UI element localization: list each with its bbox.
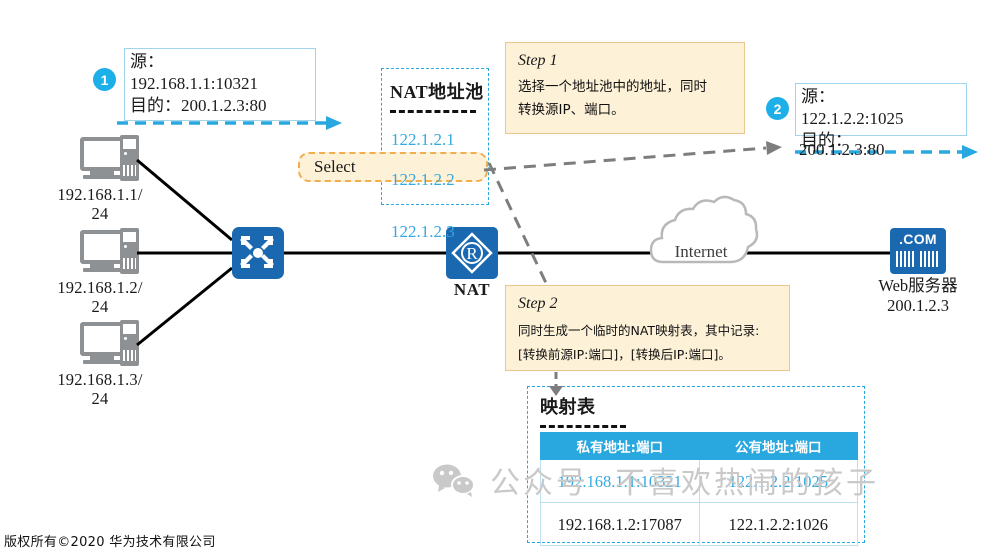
diagram-canvas: 192.168.1.1/ 24 192.168.1.2/ 24 192.168.… (0, 0, 994, 550)
packet-right-dst: 200.1.2.3:80 (799, 140, 885, 159)
step-badge-2: 2 (766, 97, 789, 120)
packet-arrow-left (117, 116, 342, 130)
